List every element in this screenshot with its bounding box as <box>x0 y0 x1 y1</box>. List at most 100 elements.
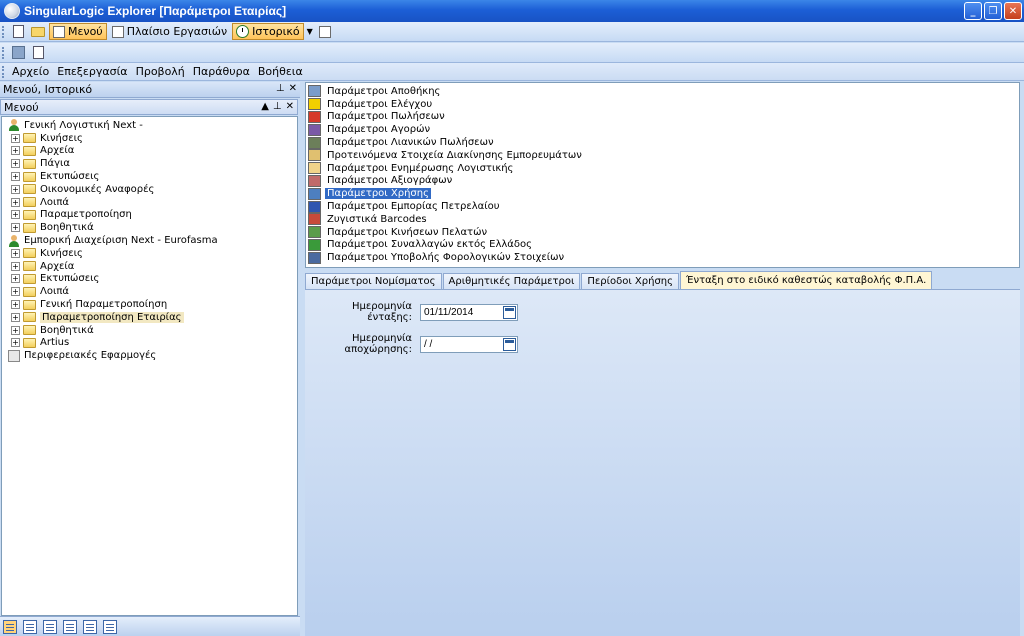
new-window-icon[interactable] <box>10 24 26 40</box>
group-view-icon[interactable] <box>63 619 77 634</box>
menu-view[interactable]: Προβολή <box>132 65 189 78</box>
panel-title: Μενού, Ιστορικό <box>3 83 93 96</box>
tree-item[interactable]: + Αρχεία <box>2 260 297 273</box>
parameter-list[interactable]: Παράμετροι Αποθήκης Παράμετροι Ελέγχου Παρ… <box>305 82 1020 268</box>
parameter-list-item[interactable]: Παράμετροι Αγορών <box>306 123 1019 136</box>
tree-view-icon[interactable] <box>3 619 17 634</box>
history-button[interactable]: Ιστορικό <box>232 23 304 40</box>
pin-icon[interactable] <box>317 24 333 40</box>
menu-file[interactable]: Αρχείο <box>8 65 53 78</box>
pin-icon[interactable]: ⊥ <box>273 101 282 112</box>
tree-item[interactable]: Γενική Λογιστική Next - <box>2 119 297 132</box>
expand-icon[interactable]: + <box>11 184 20 194</box>
parameter-list-item[interactable]: Παράμετροι Ενημέρωσης Λογιστικής <box>306 162 1019 175</box>
menu-help[interactable]: Βοήθεια <box>254 65 307 78</box>
parameter-list-item[interactable]: Παράμετροι Αξιογράφων <box>306 174 1019 188</box>
expand-icon[interactable]: + <box>11 300 20 310</box>
parameter-list-item[interactable]: Προτεινόμενα Στοιχεία Διακίνησης Εμπορευ… <box>306 149 1019 162</box>
expand-icon[interactable]: + <box>11 172 20 182</box>
menu-edit[interactable]: Επεξεργασία <box>53 65 131 78</box>
tree-item[interactable]: + Πάγια <box>2 157 297 170</box>
tree-item[interactable]: + Εκτυπώσεις <box>2 273 297 286</box>
parameter-list-item[interactable]: Παράμετροι Πωλήσεων <box>306 110 1019 124</box>
tree-item[interactable]: + Λοιπά <box>2 285 297 298</box>
expand-icon[interactable]: + <box>11 146 20 156</box>
parameter-list-item[interactable]: Παράμετροι Χρήσης <box>306 187 1019 200</box>
parameter-list-item[interactable]: Παράμετροι Λιανικών Πωλήσεων <box>306 136 1019 149</box>
expand-icon[interactable]: + <box>11 159 20 169</box>
parameter-list-item[interactable]: Παράμετροι Ελέγχου <box>306 98 1019 111</box>
parameter-list-item[interactable]: Παράμετροι Συναλλαγών εκτός Ελλάδος <box>306 238 1019 252</box>
parameter-list-item[interactable]: Παράμετροι Υποβολής Φορολογικών Στοιχείω… <box>306 251 1019 264</box>
tree-item[interactable]: + Γενική Παραμετροποίηση <box>2 298 297 311</box>
tree-item[interactable]: Εμπορική Διαχείριση Next - Eurofasma <box>2 234 297 247</box>
tree-item[interactable]: + Οικονομικές Αναφορές <box>2 183 297 196</box>
detail-view-icon[interactable] <box>43 619 57 634</box>
exit-date-row: Ημερομηνία αποχώρησης: / / <box>311 333 518 355</box>
expand-icon[interactable]: + <box>11 274 20 284</box>
chevron-down-icon[interactable]: ▼ <box>307 27 313 36</box>
calendar-icon[interactable] <box>503 305 516 319</box>
tree-item[interactable]: + Παραμετροποίηση Εταιρίας <box>2 311 297 324</box>
expand-icon[interactable]: + <box>11 223 20 233</box>
tree-item[interactable]: + Παραμετροποίηση <box>2 209 297 222</box>
print-preview-button[interactable] <box>30 45 46 61</box>
save-button[interactable] <box>10 45 26 61</box>
expand-icon[interactable]: + <box>11 312 20 322</box>
entry-date-field[interactable]: 01/11/2014 <box>420 303 518 321</box>
tree-item[interactable]: + Εκτυπώσεις <box>2 170 297 183</box>
tree-item[interactable]: + Κινήσεις <box>2 132 297 145</box>
menu-windows[interactable]: Παράθυρα <box>189 65 254 78</box>
parameter-list-item[interactable]: Παράμετροι Εμπορίας Πετρελαίου <box>306 200 1019 213</box>
tree-item[interactable]: + Αρχεία <box>2 145 297 158</box>
tree-item[interactable]: + Κινήσεις <box>2 247 297 260</box>
calendar-icon[interactable] <box>503 337 516 351</box>
expand-icon[interactable]: + <box>11 197 20 207</box>
list-view-icon[interactable] <box>23 619 37 634</box>
parameter-list-item-label: Προτεινόμενα Στοιχεία Διακίνησης Εμπορευ… <box>327 149 582 161</box>
tab-3[interactable]: Ένταξη στο ειδικό καθεστώς καταβολής Φ.Π… <box>680 271 933 289</box>
tree-item[interactable]: + Λοιπά <box>2 196 297 209</box>
entry-date-label: Ημερομηνία ένταξης: <box>351 301 412 323</box>
expand-icon[interactable]: + <box>11 325 20 335</box>
parameter-list-item[interactable]: Ζυγιστικά Barcodes <box>306 213 1019 226</box>
close-icon[interactable]: ✕ <box>289 83 297 94</box>
favorites-view-icon[interactable] <box>103 619 117 634</box>
expand-icon[interactable]: + <box>11 287 20 297</box>
folder-icon <box>23 145 36 156</box>
tree-item[interactable]: + Βοηθητικά <box>2 221 297 234</box>
menubar-grip[interactable] <box>2 65 5 78</box>
exit-date-field[interactable]: / / <box>420 335 518 353</box>
triangle-up-icon[interactable]: ▲ <box>261 101 269 112</box>
parameter-list-item[interactable]: Παράμετροι Κινήσεων Πελατών <box>306 226 1019 239</box>
expand-icon[interactable]: + <box>11 210 20 220</box>
oil-icon <box>308 200 321 213</box>
tree-item[interactable]: + Artius <box>2 337 297 350</box>
pin-icon[interactable]: ⊥ <box>276 83 285 94</box>
expand-icon[interactable]: + <box>11 133 20 143</box>
parameter-list-item-label: Παράμετροι Λιανικών Πωλήσεων <box>327 137 494 149</box>
expand-icon[interactable]: + <box>11 261 20 271</box>
menu-toggle-button[interactable]: Μενού <box>49 23 107 40</box>
tab-0[interactable]: Παράμετροι Νομίσματος <box>305 273 442 289</box>
expand-icon[interactable]: + <box>11 248 20 258</box>
folder-icon <box>23 158 36 169</box>
minimize-button[interactable]: _ <box>964 2 982 20</box>
menu-tree[interactable]: Γενική Λογιστική Next - + Κινήσεις + Αρχεία +… <box>1 116 298 616</box>
parameter-list-item[interactable]: Παράμετροι Αποθήκης <box>306 85 1019 98</box>
toolbar-grip-2[interactable] <box>2 46 5 59</box>
tree-item[interactable]: Περιφερειακές Εφαρμογές <box>2 349 297 362</box>
close-icon[interactable]: ✕ <box>286 101 294 112</box>
close-button[interactable]: ✕ <box>1004 2 1022 20</box>
maximize-button[interactable]: ❐ <box>984 2 1002 20</box>
open-folder-icon[interactable] <box>30 24 46 40</box>
tree-item-label: Βοηθητικά <box>40 222 94 234</box>
hierarchy-view-icon[interactable] <box>83 619 97 634</box>
toolbar-grip[interactable] <box>2 25 5 38</box>
workspace-button[interactable]: Πλαίσιο Εργασιών <box>109 23 230 40</box>
parameter-list-item-label: Παράμετροι Κινήσεων Πελατών <box>327 226 488 238</box>
tab-1[interactable]: Αριθμητικές Παράμετροι <box>442 273 581 289</box>
tab-2[interactable]: Περίοδοι Χρήσης <box>581 273 680 289</box>
expand-icon[interactable]: + <box>11 338 20 348</box>
tree-item[interactable]: + Βοηθητικά <box>2 324 297 337</box>
